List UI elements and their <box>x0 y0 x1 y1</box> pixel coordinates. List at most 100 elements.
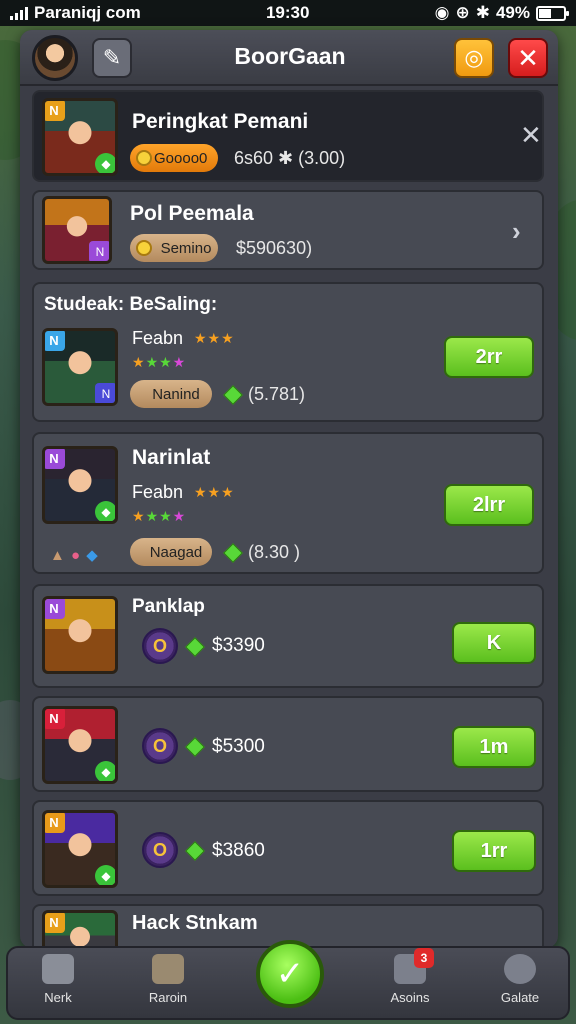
nav-label: Nerk <box>44 990 72 1005</box>
gem-icon <box>185 637 205 657</box>
item-name: Panklap <box>132 596 205 617</box>
notification-badge: 3 <box>414 948 434 968</box>
rating-stars: ★★★★ <box>132 508 187 524</box>
status-bar: Paraniqj com 19:30 ◉ ⊕ ✱ 49% <box>0 0 576 26</box>
confirm-button[interactable]: ✓ <box>256 940 324 1008</box>
item-price: $5300 <box>212 736 265 757</box>
label-pill: Nanind <box>130 380 212 408</box>
coin-icon: O <box>142 832 178 868</box>
gem-icon: ◆ <box>95 761 115 781</box>
buy-button[interactable]: K <box>452 622 536 664</box>
hero-portrait: N N <box>42 328 118 406</box>
claim-button[interactable]: 2rr <box>444 336 534 378</box>
shop-item[interactable]: N Panklap O $3390 K <box>32 584 544 688</box>
carrier-name: Paraniqj com <box>34 3 141 22</box>
battery-icon <box>536 5 569 21</box>
bluetooth-icon: ✱ <box>475 3 490 22</box>
shop-item[interactable]: N ◆ O $3860 1rr <box>32 800 544 896</box>
page-title: BoorGaan <box>234 43 346 69</box>
currency-pill: Semino <box>130 234 218 262</box>
status-right: ◉ ⊕ ✱ 49% <box>434 3 569 23</box>
rating-stars: ★★★ <box>194 330 235 346</box>
close-button[interactable]: ✕ <box>508 38 548 78</box>
buy-button[interactable]: 1rr <box>452 830 536 872</box>
hero-portrait: N ◆ <box>42 98 118 176</box>
battery-percent: 49% <box>495 3 530 22</box>
chevron-right-icon[interactable]: › <box>512 216 521 247</box>
coin-icon: ◎ <box>464 45 484 70</box>
coin-icon <box>136 150 152 166</box>
class-badge-icon: N <box>95 383 115 403</box>
card-title: Peringkat Pemani <box>132 110 309 133</box>
hero-portrait: N ◆ <box>42 446 118 524</box>
hero-portrait: N ◆ <box>42 706 118 784</box>
claim-button[interactable]: 2lrr <box>444 484 534 526</box>
class-badge-icon: N <box>89 241 109 261</box>
rotation-icon: ◉ <box>434 3 450 22</box>
gear-icon <box>504 954 536 984</box>
rating-stars: ★★★★ <box>132 354 187 370</box>
item-icons: ▲ ● ◆ <box>50 547 99 564</box>
ranking-card[interactable]: N ◆ Peringkat Pemani Goooo0 6s60 ✱ (3.00… <box>32 90 544 182</box>
nav-item-settings[interactable]: Galate <box>480 954 560 1005</box>
hero-portrait: N <box>42 196 112 264</box>
nav-item-actions[interactable]: 3 Asoins <box>370 948 450 1005</box>
section-title: Studeak: BeSaling: <box>44 294 218 315</box>
gem-icon: ◆ <box>95 501 115 521</box>
item-stats: (8.30 ) <box>248 542 301 562</box>
header: ✎ BoorGaan ◎ ✕ <box>20 30 558 86</box>
gem-icon <box>223 543 243 563</box>
card-title: Pol Peemala <box>130 202 254 225</box>
signal-icon <box>10 6 28 20</box>
nav-label: Galate <box>500 990 540 1005</box>
nav-item-home[interactable]: Nerk <box>18 954 98 1005</box>
player-card[interactable]: N Pol Peemala Semino $590630) › <box>32 190 544 270</box>
button-label: 1rr <box>480 839 508 862</box>
rank-badge-icon: N <box>45 331 65 351</box>
card-stats: $590630) <box>236 238 313 258</box>
edit-button[interactable]: ✎ <box>92 38 132 78</box>
trophy-icon <box>152 954 184 984</box>
pill-label: Nanind <box>152 385 200 403</box>
gem-icon: ◆ <box>95 153 115 173</box>
hero-portrait: N <box>42 596 118 674</box>
rank-badge-icon: N <box>45 709 65 729</box>
nav-label: Asoins <box>390 990 430 1005</box>
coin-icon <box>136 240 152 256</box>
close-icon: ✕ <box>517 42 539 73</box>
button-label: K <box>486 631 502 654</box>
hero-portrait: N <box>42 910 118 948</box>
list-item[interactable]: N ◆ Narinlat Feabn ★★★ ★★★★ ▲ ● ◆ Naagad… <box>32 432 544 574</box>
nav-label: Raroin <box>148 990 188 1005</box>
button-label: 1m <box>479 735 509 758</box>
rating-stars: ★★★ <box>194 484 235 500</box>
coin-icon: O <box>142 628 178 664</box>
shop-item[interactable]: N ◆ O $5300 1m <box>32 696 544 792</box>
clock: 19:30 <box>265 3 310 22</box>
gem-icon: ◆ <box>95 865 115 885</box>
coin-icon: O <box>142 728 178 764</box>
rank-badge-icon: N <box>45 913 65 933</box>
button-label: 2rr <box>475 345 503 368</box>
bottom-nav: Nerk Raroin ✓ 3 Asoins Galate <box>6 940 570 1020</box>
pill-label: Semino <box>160 239 212 257</box>
pill-label: Naagad <box>149 543 203 561</box>
item-price: $3860 <box>212 840 265 861</box>
item-name: Hack Stnkam <box>132 912 258 934</box>
avatar[interactable] <box>32 35 78 81</box>
home-icon <box>42 954 74 984</box>
buy-button[interactable]: 1m <box>452 726 536 768</box>
item-stats: (5.781) <box>248 384 306 404</box>
nav-item-ranking[interactable]: Raroin <box>128 954 208 1005</box>
rank-badge-icon: N <box>45 101 65 121</box>
status-left: Paraniqj com <box>10 3 141 23</box>
gem-icon <box>223 385 243 405</box>
hero-portrait: N ◆ <box>42 810 118 888</box>
coin-button[interactable]: ◎ <box>454 38 494 78</box>
rank-badge-icon: N <box>45 599 65 619</box>
close-icon[interactable]: ✕ <box>520 120 542 151</box>
bag-icon: 3 <box>394 948 434 984</box>
currency-pill: Goooo0 <box>130 144 218 172</box>
alarm-icon: ⊕ <box>455 3 470 22</box>
gem-icon <box>185 841 205 861</box>
